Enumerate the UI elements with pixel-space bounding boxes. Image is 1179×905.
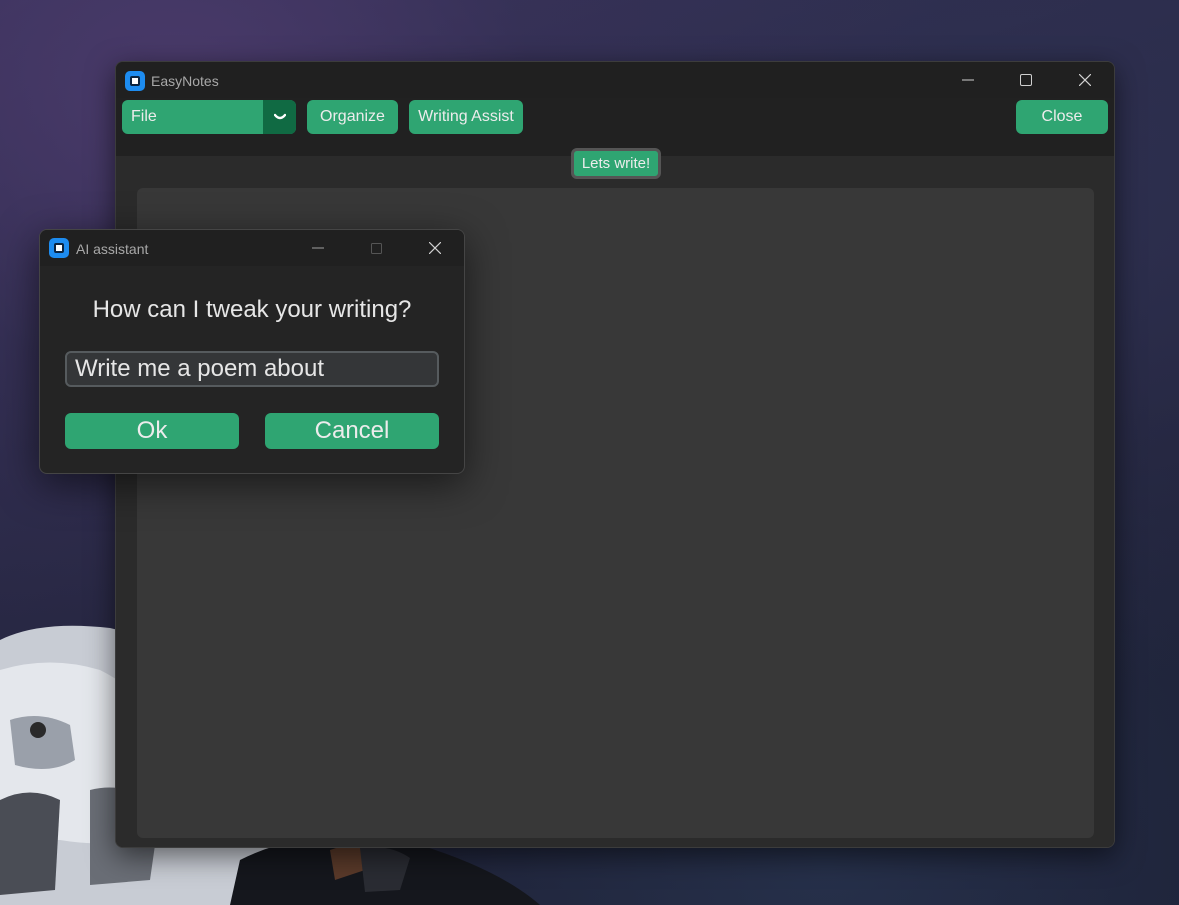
dialog-close-button[interactable] (412, 231, 458, 265)
organize-button[interactable]: Organize (307, 100, 398, 134)
prompt-input[interactable]: Write me a poem about (65, 351, 439, 387)
ai-assistant-dialog: AI assistant How can I tweak your writin… (39, 229, 465, 474)
cancel-button[interactable]: Cancel (265, 413, 439, 449)
maximize-icon (370, 242, 382, 254)
file-dropdown-arrow[interactable] (263, 100, 296, 134)
dialog-app-icon (49, 238, 69, 258)
dialog-prompt: How can I tweak your writing? (92, 296, 412, 323)
window-title: EasyNotes (151, 73, 219, 89)
writing-assist-button[interactable]: Writing Assist (409, 100, 523, 134)
close-icon (1079, 74, 1091, 86)
main-titlebar[interactable]: EasyNotes (116, 62, 1114, 98)
dialog-minimize-button[interactable] (295, 231, 341, 265)
maximize-icon (1020, 74, 1032, 86)
chevron-down-icon (273, 113, 286, 120)
file-dropdown[interactable]: File (122, 100, 296, 134)
app-icon (125, 71, 145, 91)
file-dropdown-label: File (131, 108, 157, 125)
lets-write-button[interactable]: Lets write! (571, 148, 661, 179)
close-icon (429, 242, 441, 254)
close-window-button[interactable] (1062, 63, 1108, 97)
minimize-icon (312, 247, 324, 249)
maximize-button[interactable] (1003, 63, 1049, 97)
minimize-icon (962, 79, 974, 81)
minimize-button[interactable] (945, 63, 991, 97)
dialog-titlebar[interactable]: AI assistant (40, 230, 464, 266)
dialog-title: AI assistant (76, 241, 149, 257)
ok-button[interactable]: Ok (65, 413, 239, 449)
close-button[interactable]: Close (1016, 100, 1108, 134)
dialog-maximize-button (353, 231, 399, 265)
